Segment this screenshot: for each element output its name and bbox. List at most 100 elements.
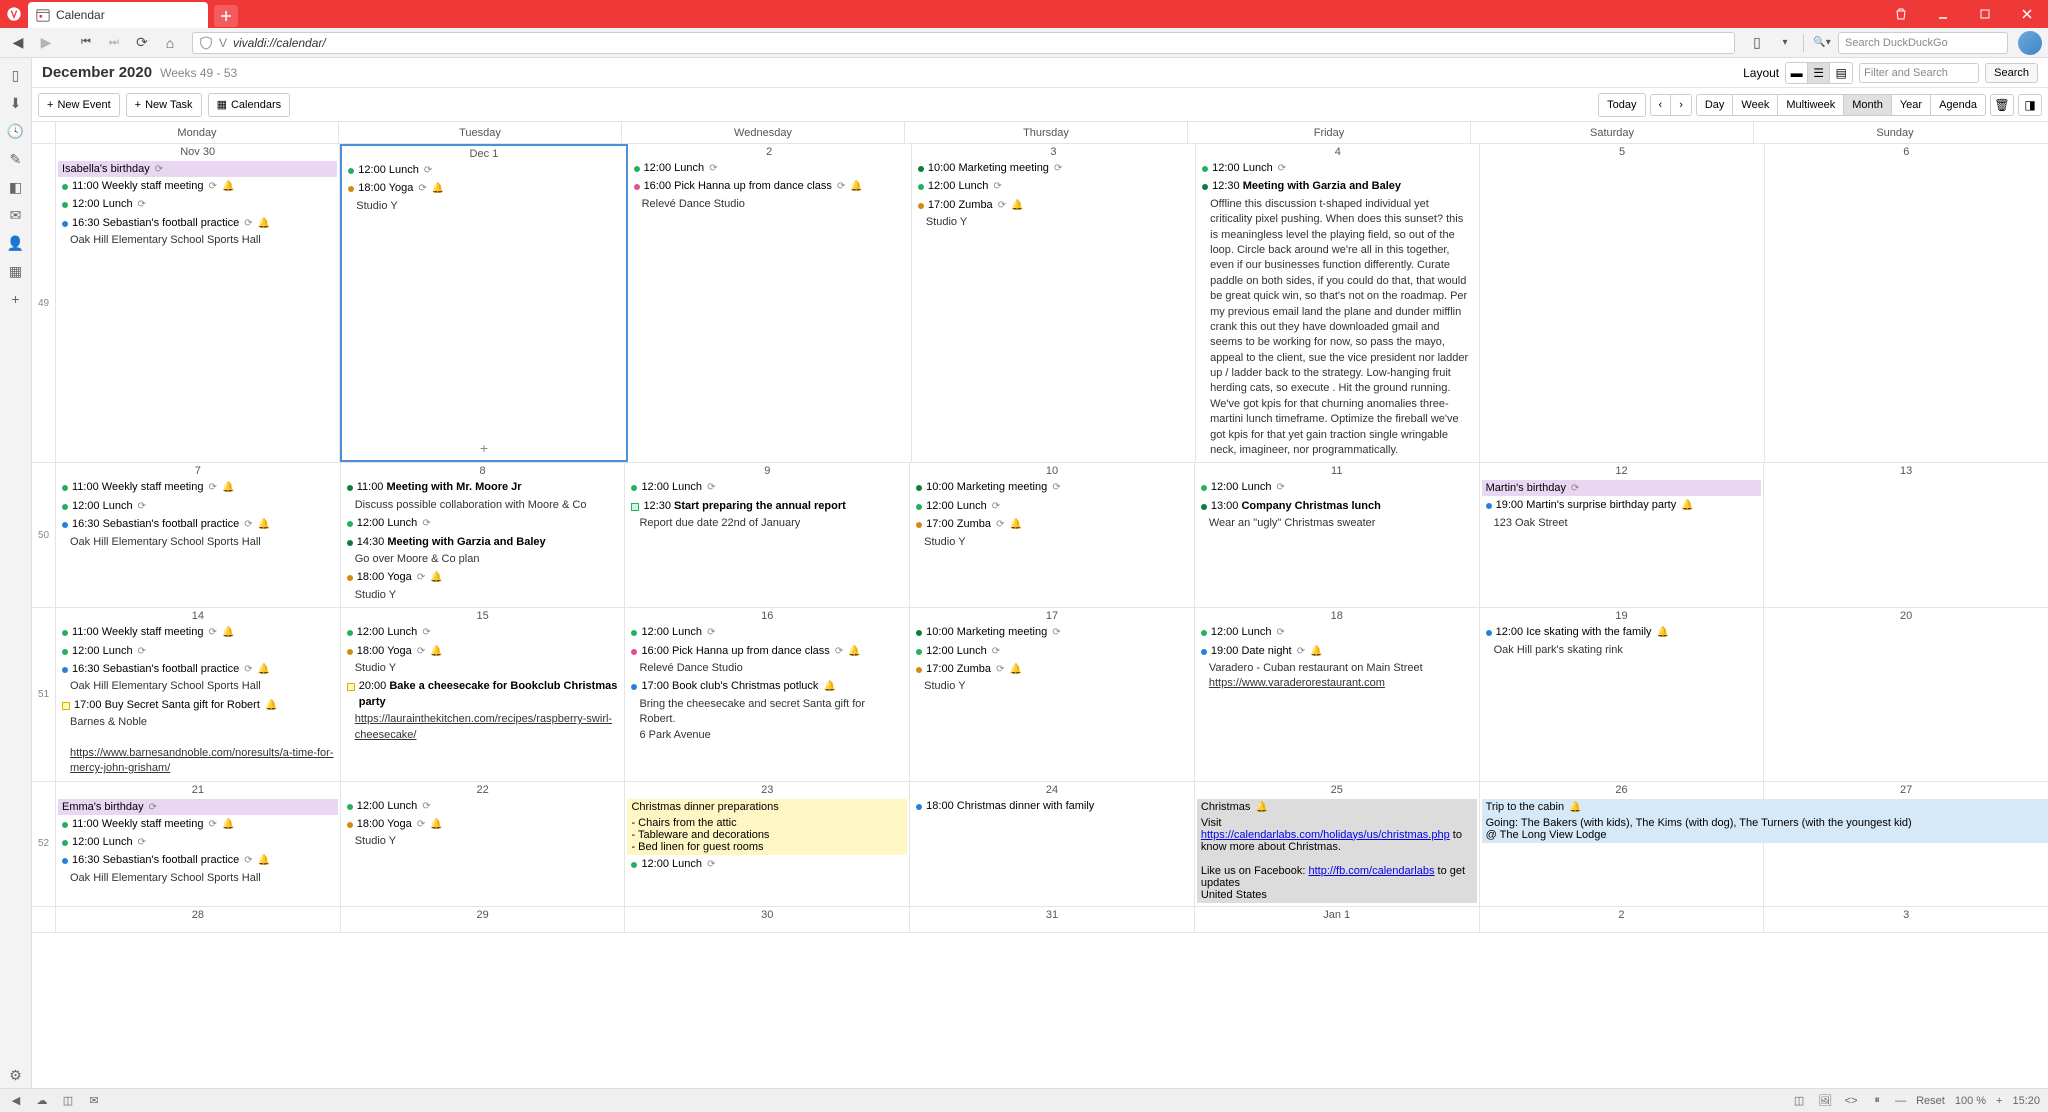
event[interactable]: 19:00 Martin's surprise birthday party 🔔 <box>1482 497 1762 514</box>
contacts-panel-icon[interactable]: 👤 <box>3 230 29 256</box>
event[interactable]: 11:00 Weekly staff meeting ⟳ 🔔 <box>58 624 338 641</box>
event[interactable]: 17:00 Book club's Christmas potluck 🔔 <box>627 678 907 695</box>
event[interactable]: 17:00 Buy Secret Santa gift for Robert 🔔 <box>58 697 338 714</box>
day-cell[interactable]: 25Christmas 🔔Visithttps://calendarlabs.c… <box>1195 782 1480 906</box>
event[interactable]: 12:00 Lunch ⟳ <box>58 834 338 851</box>
sync-icon[interactable]: ☁ <box>34 1093 50 1109</box>
bookmark-icon[interactable]: ▯ <box>1745 31 1769 55</box>
calendar-panel-icon[interactable]: ▦ <box>3 258 29 284</box>
view-year[interactable]: Year <box>1892 95 1931 115</box>
day-cell[interactable]: 2212:00 Lunch ⟳18:00 Yoga ⟳ 🔔Studio Y <box>341 782 626 906</box>
layout-switch[interactable]: ▬ ☰ ▤ <box>1785 62 1853 84</box>
event[interactable]: 18:00 Christmas dinner with family <box>912 798 1192 815</box>
day-cell[interactable]: 29 <box>341 907 626 932</box>
event[interactable]: 12:00 Lunch ⟳ <box>627 479 907 496</box>
toggle-panel-button[interactable]: ◨ <box>2018 94 2042 116</box>
day-cell[interactable]: 1612:00 Lunch ⟳16:00 Pick Hanna up from … <box>625 608 910 781</box>
event[interactable]: 10:00 Marketing meeting ⟳ <box>912 624 1192 641</box>
images-icon[interactable]: 🖼 <box>1817 1093 1833 1109</box>
event[interactable]: 12:00 Lunch ⟳ <box>1197 624 1477 641</box>
allday-event[interactable]: Christmas 🔔 <box>1197 799 1477 815</box>
layout-list-icon[interactable]: ☰ <box>1808 63 1830 83</box>
event[interactable]: 12:00 Lunch ⟳ <box>343 515 623 532</box>
event[interactable]: 13:00 Company Christmas lunch <box>1197 498 1477 515</box>
day-cell[interactable]: Jan 1 <box>1195 907 1480 932</box>
reset-zoom[interactable]: Reset <box>1916 1095 1945 1107</box>
event[interactable]: 12:00 Lunch ⟳ <box>627 856 907 873</box>
event[interactable]: 16:30 Sebastian's football practice ⟳ 🔔 <box>58 661 338 678</box>
day-cell[interactable]: 28 <box>56 907 341 932</box>
layout-full-icon[interactable]: ▤ <box>1830 63 1852 83</box>
allday-event[interactable]: Isabella's birthday ⟳ <box>58 161 337 177</box>
task-checkbox[interactable] <box>347 683 355 691</box>
view-week[interactable]: Week <box>1733 95 1778 115</box>
event[interactable]: 18:00 Yoga ⟳ 🔔 <box>343 569 623 586</box>
new-task-button[interactable]: + New Task <box>126 93 202 117</box>
day-cell[interactable]: 310:00 Marketing meeting ⟳12:00 Lunch ⟳1… <box>912 144 1196 462</box>
event[interactable]: 12:00 Lunch ⟳ <box>343 624 623 641</box>
day-cell[interactable]: 1411:00 Weekly staff meeting ⟳ 🔔12:00 Lu… <box>56 608 341 781</box>
minimize-button[interactable] <box>1922 0 1964 28</box>
today-button[interactable]: Today <box>1598 93 1645 117</box>
event[interactable]: 12:00 Ice skating with the family 🔔 <box>1482 624 1762 641</box>
event[interactable]: 18:00 Yoga ⟳ 🔔 <box>343 816 623 833</box>
search-box[interactable]: Search DuckDuckGo <box>1838 32 2008 54</box>
trash-button[interactable]: 🗑 <box>1990 94 2014 116</box>
day-cell[interactable]: 2 <box>1480 907 1765 932</box>
event[interactable]: 18:00 Yoga ⟳ 🔔 <box>344 180 623 197</box>
event[interactable]: 10:00 Marketing meeting ⟳ <box>912 479 1192 496</box>
history-panel-icon[interactable]: 🕓 <box>3 118 29 144</box>
day-cell[interactable]: 811:00 Meeting with Mr. Moore JrDiscuss … <box>341 463 626 607</box>
event[interactable]: 16:00 Pick Hanna up from dance class ⟳ 🔔 <box>630 178 909 195</box>
event[interactable]: 16:30 Sebastian's football practice ⟳ 🔔 <box>58 215 337 232</box>
event[interactable]: 12:00 Lunch ⟳ <box>912 498 1192 515</box>
view-month[interactable]: Month <box>1844 95 1892 115</box>
view-agenda[interactable]: Agenda <box>1931 95 1985 115</box>
search-chevron-icon[interactable]: 🔍▾ <box>1810 31 1834 55</box>
fastforward-button[interactable]: ⏭ <box>102 31 126 55</box>
day-cell[interactable]: 3 <box>1764 907 2048 932</box>
task-checkbox[interactable] <box>631 503 639 511</box>
delete-icon[interactable] <box>1880 0 1922 28</box>
day-cell[interactable]: 30 <box>625 907 910 932</box>
event[interactable]: 17:00 Zumba ⟳ 🔔 <box>914 197 1193 214</box>
view-multiweek[interactable]: Multiweek <box>1778 95 1844 115</box>
day-cell[interactable]: 26Trip to the cabin 🔔Going: The Bakers (… <box>1480 782 1765 906</box>
day-cell[interactable]: 1912:00 Ice skating with the family 🔔Oak… <box>1480 608 1765 781</box>
day-cell[interactable]: 912:00 Lunch ⟳12:30 Start preparing the … <box>625 463 910 607</box>
calendars-button[interactable]: ▦ Calendars <box>208 93 291 117</box>
forward-button[interactable]: ▶ <box>34 31 58 55</box>
tiling-icon[interactable]: ◫ <box>1791 1093 1807 1109</box>
reload-button[interactable]: ⟳ <box>130 31 154 55</box>
notes-panel-icon[interactable]: ✎ <box>3 146 29 172</box>
event[interactable]: 20:00 Bake a cheesecake for Bookclub Chr… <box>343 678 623 711</box>
maximize-button[interactable] <box>1964 0 2006 28</box>
panel-toggle-icon[interactable]: ◀ <box>8 1093 24 1109</box>
mail-panel-icon[interactable]: ✉ <box>3 202 29 228</box>
allday-event[interactable]: Trip to the cabin 🔔 <box>1482 799 2048 815</box>
day-cell[interactable]: 21Emma's birthday ⟳11:00 Weekly staff me… <box>56 782 341 906</box>
vivaldi-logo[interactable] <box>0 0 28 28</box>
day-cell[interactable]: Nov 30Isabella's birthday ⟳11:00 Weekly … <box>56 144 340 462</box>
day-cell[interactable]: 5 <box>1480 144 1764 462</box>
task-checkbox[interactable] <box>62 702 70 710</box>
event[interactable]: 17:00 Zumba ⟳ 🔔 <box>912 661 1192 678</box>
filter-input[interactable]: Filter and Search <box>1859 63 1979 83</box>
event[interactable]: 12:00 Lunch ⟳ <box>630 160 909 177</box>
event[interactable]: 11:00 Meeting with Mr. Moore Jr <box>343 479 623 496</box>
settings-icon[interactable]: ⚙ <box>3 1062 29 1088</box>
event[interactable]: 16:30 Sebastian's football practice ⟳ 🔔 <box>58 516 338 533</box>
browser-tab[interactable]: Calendar <box>28 2 208 28</box>
day-cell[interactable]: 13 <box>1764 463 2048 607</box>
day-cell[interactable]: 31 <box>910 907 1195 932</box>
event[interactable]: 12:30 Meeting with Garzia and Baley <box>1198 178 1477 195</box>
event[interactable]: 12:00 Lunch ⟳ <box>912 643 1192 660</box>
event[interactable]: 11:00 Weekly staff meeting ⟳ 🔔 <box>58 479 338 496</box>
allday-event[interactable]: Christmas dinner preparations <box>627 799 907 815</box>
new-tab-button[interactable] <box>214 5 238 27</box>
window-panel-icon[interactable]: ◧ <box>3 174 29 200</box>
day-cell[interactable]: 6 <box>1765 144 2048 462</box>
event[interactable]: 12:00 Lunch ⟳ <box>1198 160 1477 177</box>
profile-avatar[interactable] <box>2018 31 2042 55</box>
screenshot-icon[interactable]: ◫ <box>60 1093 76 1109</box>
